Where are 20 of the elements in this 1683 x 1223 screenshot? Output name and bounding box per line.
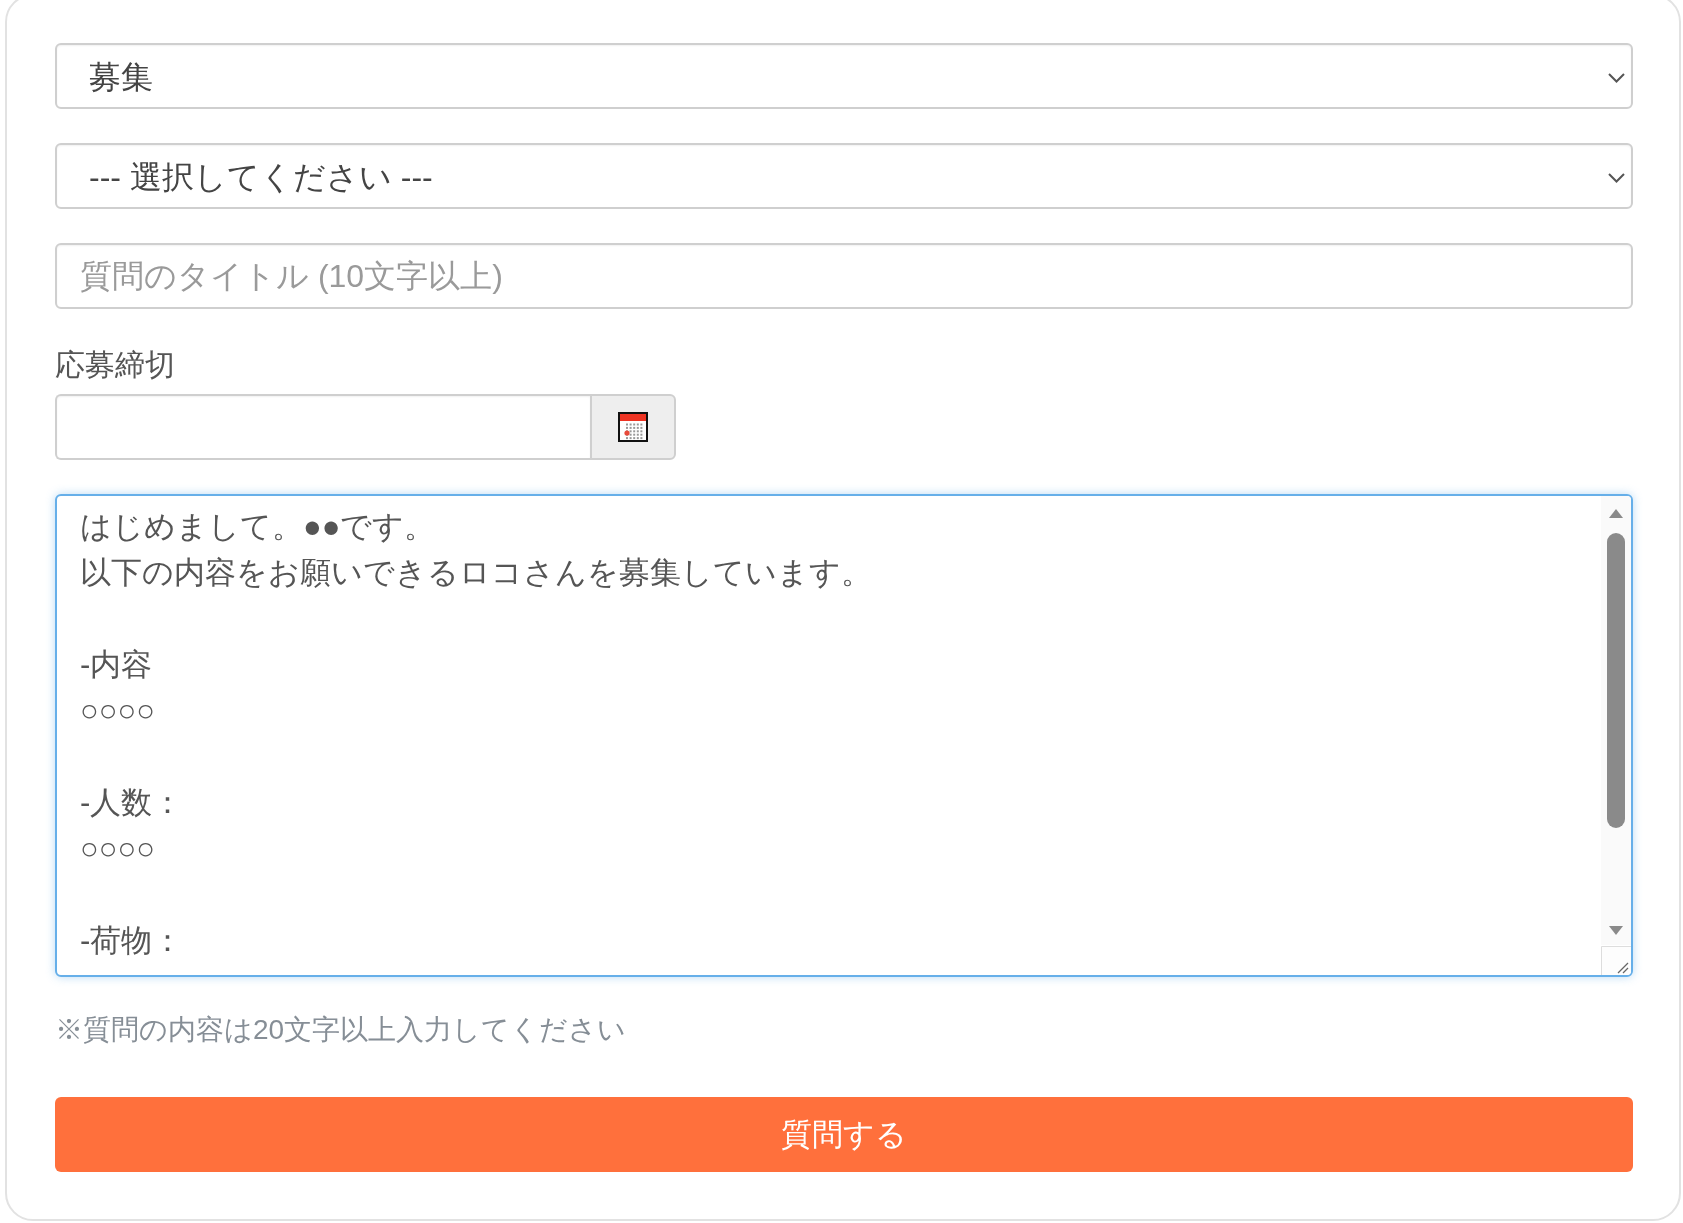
calendar-icon [618,412,648,442]
deadline-label: 応募締切 [55,347,175,383]
text-line: -人数： [80,784,184,822]
text-line: -内容 [80,646,153,684]
text-line: 以下の内容をお願いできるロコさんを募集しています。 [80,554,872,592]
vertical-scrollbar[interactable] [1601,496,1631,945]
text-line: はじめまして。●●です。 [80,508,436,546]
title-input[interactable]: 質問のタイトル (10文字以上) [55,243,1633,309]
text-line: ○○○○ [80,692,155,730]
dropdown[interactable]: --- 選択してください --- [55,143,1633,209]
text-line: ○○○○ [80,830,155,868]
chevron-down-icon [1608,173,1625,183]
calendar-button[interactable] [590,394,676,460]
dropdown[interactable]: 募集 [55,43,1633,109]
resize-grip-icon [1601,946,1631,975]
text-line: -荷物： [80,922,184,960]
message-textarea[interactable]: はじめまして。●●です。 以下の内容をお願いできるロコさんを募集しています。 -内容 ○○○○ -人数： ○○○○ -荷物： [55,494,1633,977]
hint-text: ※質問の内容は20文字以上入力してください [55,1013,627,1047]
chevron-down-icon [1608,73,1625,83]
date-input[interactable] [55,394,590,460]
